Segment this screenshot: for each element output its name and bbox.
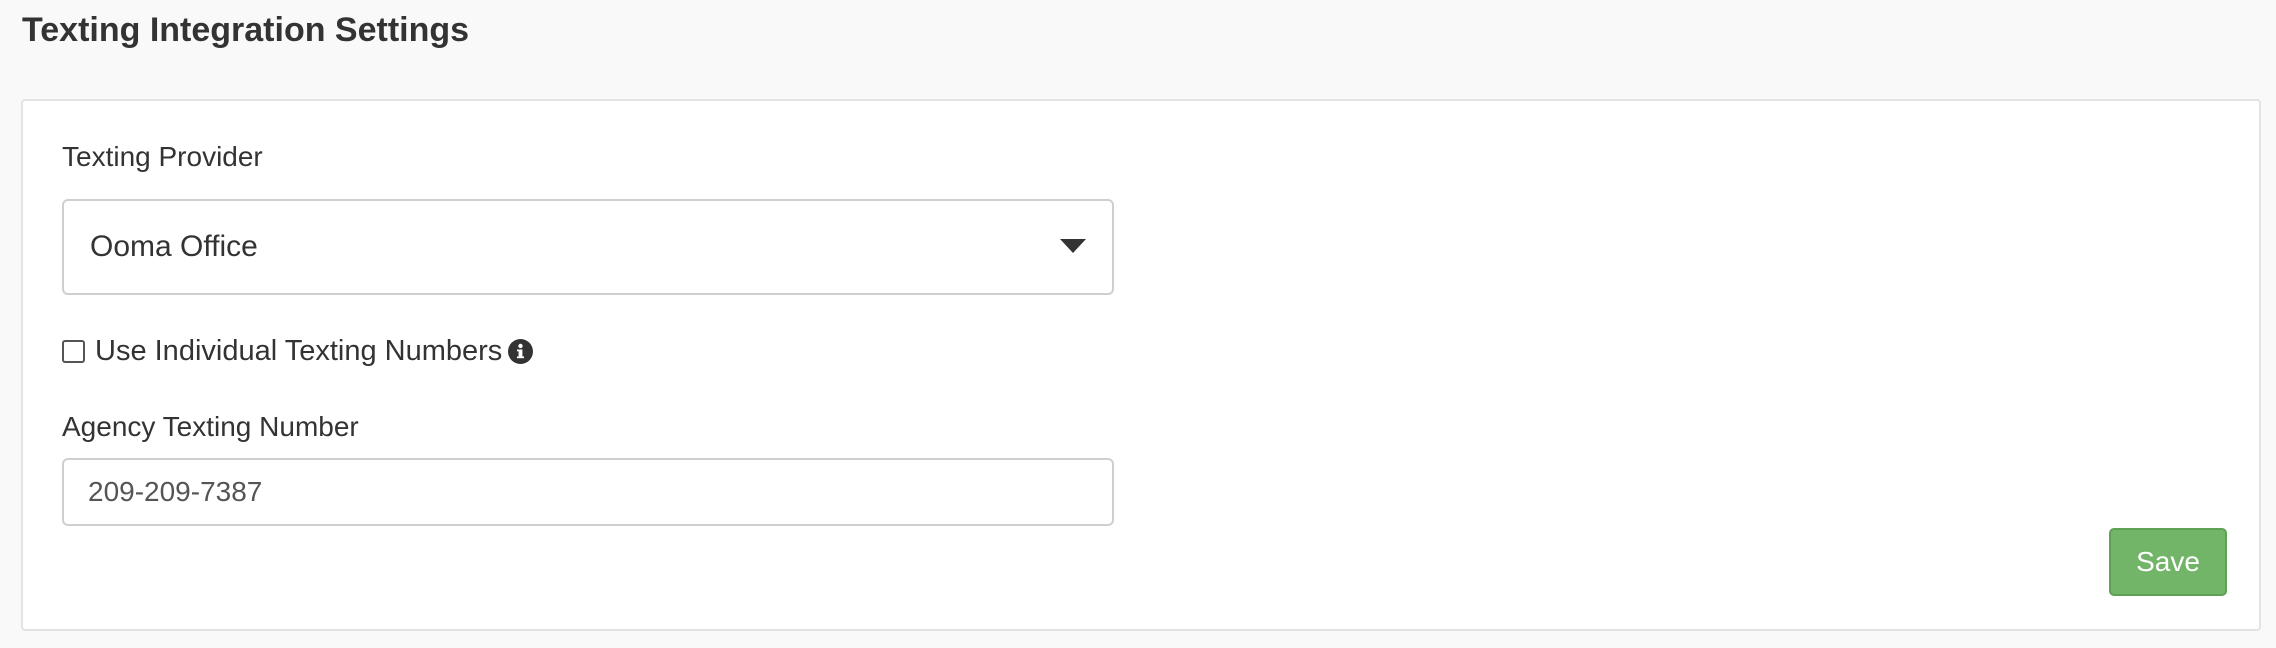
texting-provider-label: Texting Provider bbox=[62, 141, 263, 172]
individual-numbers-row: Use Individual Texting Numbers bbox=[62, 331, 534, 371]
texting-provider-select[interactable]: Ooma Office bbox=[62, 199, 1114, 295]
save-button[interactable]: Save bbox=[2109, 528, 2227, 596]
agency-texting-number-input[interactable] bbox=[62, 458, 1114, 526]
individual-numbers-checkbox[interactable] bbox=[62, 339, 85, 363]
agency-texting-number-label: Agency Texting Number bbox=[62, 411, 359, 442]
info-circle-icon[interactable] bbox=[508, 338, 534, 364]
settings-card: Texting Provider Ooma Office Use Individ… bbox=[21, 99, 2261, 631]
page-title: Texting Integration Settings bbox=[22, 11, 470, 49]
individual-numbers-label[interactable]: Use Individual Texting Numbers bbox=[95, 333, 502, 369]
texting-provider-selected-value: Ooma Office bbox=[90, 230, 258, 263]
caret-down-icon bbox=[1060, 239, 1086, 253]
